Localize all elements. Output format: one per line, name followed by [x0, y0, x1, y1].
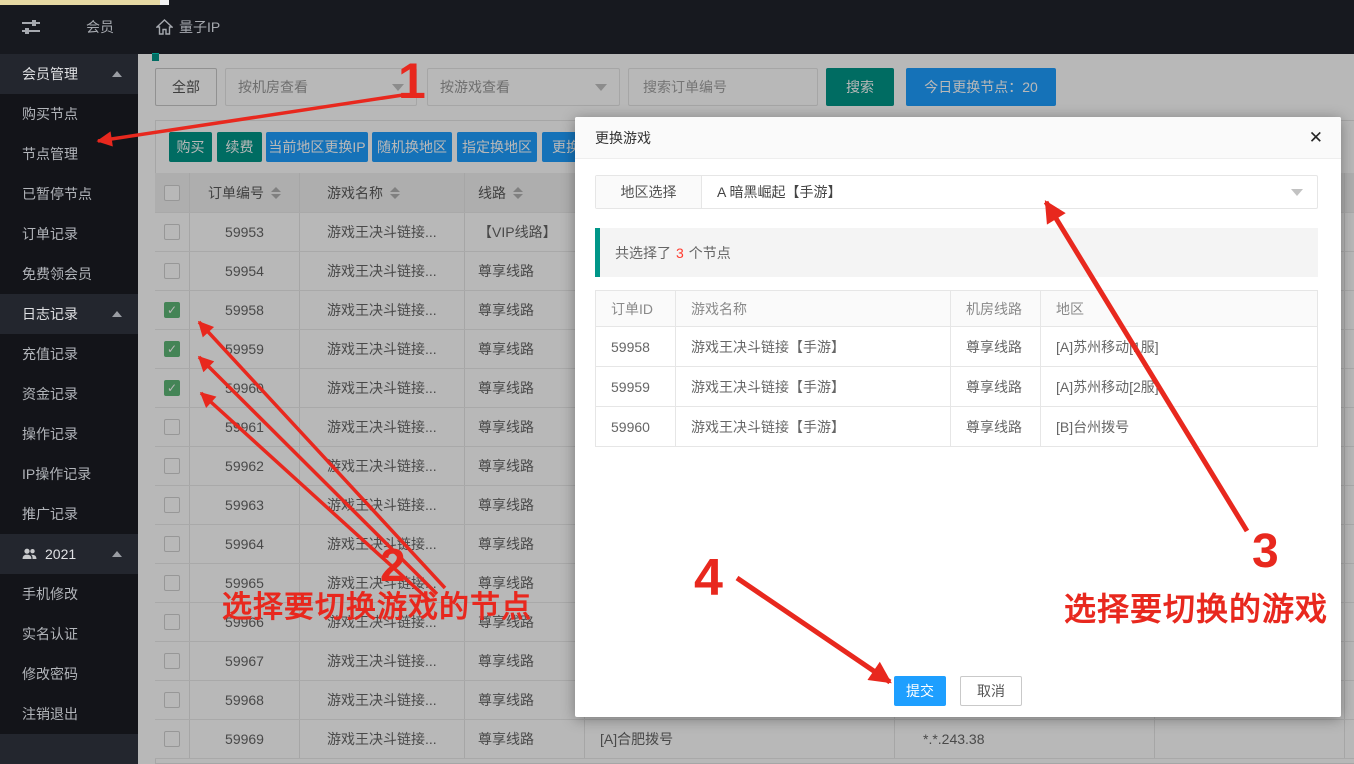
modal-table-row: 59960 游戏王决斗链接【手游】 尊享线路 [B]台州拨号: [596, 407, 1317, 446]
modal-header-room: 机房线路: [951, 291, 1041, 326]
sidebar-item-label: 购买节点: [22, 104, 78, 124]
alert-suffix: 个节点: [689, 243, 731, 263]
sidebar-item[interactable]: 会员管理: [0, 54, 138, 94]
change-game-modal: 更换游戏 ✕ 地区选择 A 暗黑崛起【手游】 共选择了 3 个节点 订单ID 游…: [575, 117, 1341, 717]
modal-table-row: 59958 游戏王决斗链接【手游】 尊享线路 [A]苏州移动[1服]: [596, 327, 1317, 367]
nav-member[interactable]: 会员: [86, 17, 114, 37]
region-select-value: A 暗黑崛起【手游】: [717, 182, 841, 202]
sidebar-item[interactable]: 订单记录: [0, 214, 138, 254]
sidebar-item-label: 充值记录: [22, 344, 78, 364]
sidebar-item[interactable]: 推广记录: [0, 494, 138, 534]
modal-cell-order: 59958: [596, 327, 676, 366]
sidebar-item-label: IP操作记录: [22, 464, 91, 484]
modal-cell-region: [A]苏州移动[1服]: [1041, 327, 1317, 366]
sidebar-item[interactable]: IP操作记录: [0, 454, 138, 494]
sidebar-item-label: 已暂停节点: [22, 184, 92, 204]
sidebar-item-label: 推广记录: [22, 504, 78, 524]
nav-home[interactable]: 量子IP: [156, 17, 220, 37]
modal-cell-order: 59960: [596, 407, 676, 446]
sidebar-item[interactable]: 修改密码: [0, 654, 138, 694]
sidebar-item[interactable]: 资金记录: [0, 374, 138, 414]
selection-alert: 共选择了 3 个节点: [595, 228, 1318, 277]
sidebar-item[interactable]: 日志记录: [0, 294, 138, 334]
modal-cell-room: 尊享线路: [951, 367, 1041, 406]
home-icon: [156, 19, 173, 35]
modal-cell-order: 59959: [596, 367, 676, 406]
game-region-select[interactable]: 地区选择 A 暗黑崛起【手游】: [595, 175, 1318, 209]
chevron-up-icon: [112, 551, 122, 557]
modal-header: 更换游戏 ✕: [575, 117, 1341, 159]
brand-label: 量子IP: [179, 17, 220, 37]
topbar: 会员 量子IP: [0, 0, 1354, 54]
modal-cell-room: 尊享线路: [951, 327, 1041, 366]
sidebar-item[interactable]: 操作记录: [0, 414, 138, 454]
sidebar-item[interactable]: 注销退出: [0, 694, 138, 734]
users-icon: [22, 548, 37, 560]
sidebar-item-label: 会员管理: [22, 64, 78, 84]
sidebar-item-label: 订单记录: [22, 224, 78, 244]
region-select-label: 地区选择: [596, 176, 702, 208]
sidebar-item-label: 注销退出: [22, 704, 78, 724]
top-tan-strip: [0, 0, 160, 5]
alert-prefix: 共选择了: [615, 243, 671, 263]
modal-table-row: 59959 游戏王决斗链接【手游】 尊享线路 [A]苏州移动[2服]: [596, 367, 1317, 407]
modal-cell-game: 游戏王决斗链接【手游】: [676, 327, 951, 366]
modal-footer: 提交 取消: [575, 676, 1341, 706]
sidebar-item-label: 日志记录: [22, 304, 78, 324]
modal-header-game: 游戏名称: [676, 291, 951, 326]
sidebar-item[interactable]: 已暂停节点: [0, 174, 138, 214]
modal-cell-region: [B]台州拨号: [1041, 407, 1317, 446]
sidebar-item[interactable]: 购买节点: [0, 94, 138, 134]
sidebar-filler: [0, 734, 138, 764]
sidebar-item[interactable]: 节点管理: [0, 134, 138, 174]
menu-toggle-icon[interactable]: [22, 19, 40, 35]
sidebar-item-label: 操作记录: [22, 424, 78, 444]
modal-header-region: 地区: [1041, 291, 1317, 326]
modal-cell-room: 尊享线路: [951, 407, 1041, 446]
sidebar-item-label: 修改密码: [22, 664, 78, 684]
sidebar: 会员管理 购买节点 节点管理: [0, 54, 138, 764]
sidebar-item-label: 节点管理: [22, 144, 78, 164]
chevron-up-icon: [112, 311, 122, 317]
sidebar-item[interactable]: 充值记录: [0, 334, 138, 374]
chevron-down-icon: [1291, 189, 1303, 196]
sidebar-item[interactable]: 手机修改: [0, 574, 138, 614]
sidebar-item-label: 2021: [45, 546, 76, 562]
selected-nodes-table: 订单ID 游戏名称 机房线路 地区 59958 游戏王决斗链接【手游】 尊享线路…: [595, 290, 1318, 447]
close-icon[interactable]: ✕: [1309, 128, 1323, 148]
sidebar-item-label: 手机修改: [22, 584, 78, 604]
modal-cell-game: 游戏王决斗链接【手游】: [676, 367, 951, 406]
cancel-button[interactable]: 取消: [960, 676, 1022, 706]
sidebar-item-label: 实名认证: [22, 624, 78, 644]
modal-cell-region: [A]苏州移动[2服]: [1041, 367, 1317, 406]
sidebar-item-label: 免费领会员: [22, 264, 92, 284]
top-white-chip: [160, 0, 169, 5]
chevron-up-icon: [112, 71, 122, 77]
modal-title: 更换游戏: [595, 128, 651, 148]
modal-table-header: 订单ID 游戏名称 机房线路 地区: [596, 291, 1317, 327]
submit-button[interactable]: 提交: [894, 676, 946, 706]
modal-header-order: 订单ID: [596, 291, 676, 326]
selected-count: 3: [676, 245, 684, 261]
sidebar-item-label: 资金记录: [22, 384, 78, 404]
sidebar-item[interactable]: 免费领会员: [0, 254, 138, 294]
modal-cell-game: 游戏王决斗链接【手游】: [676, 407, 951, 446]
sidebar-item[interactable]: 2021: [0, 534, 138, 574]
sidebar-item[interactable]: 实名认证: [0, 614, 138, 654]
